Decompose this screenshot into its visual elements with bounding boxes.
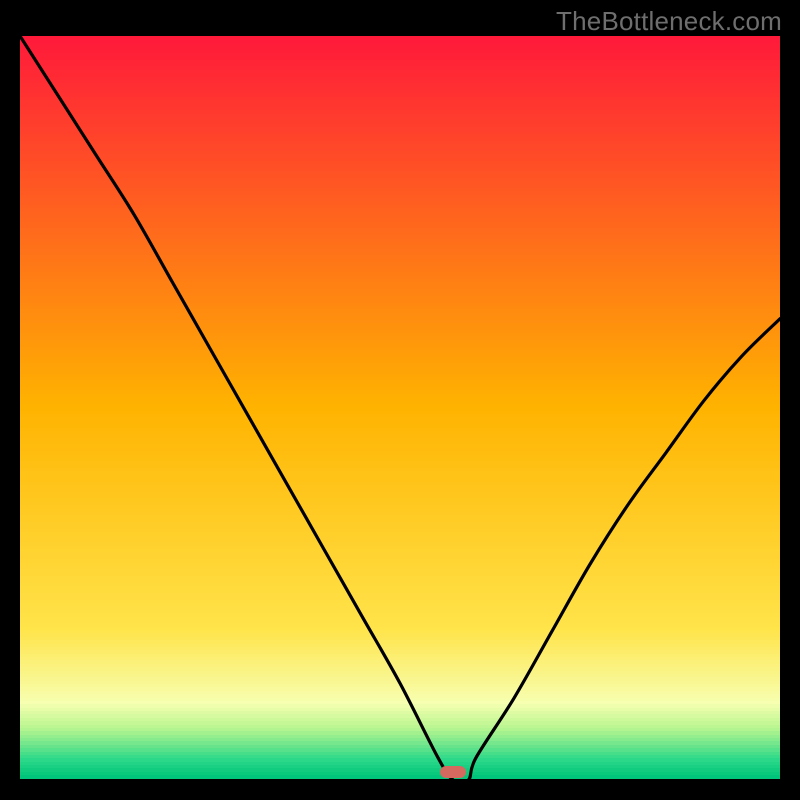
watermark-text: TheBottleneck.com bbox=[556, 6, 782, 37]
plot-area bbox=[20, 36, 780, 780]
optimal-marker-icon bbox=[440, 766, 467, 778]
quality-gradient-background bbox=[20, 36, 780, 780]
chart-container: TheBottleneck.com bbox=[0, 0, 800, 800]
